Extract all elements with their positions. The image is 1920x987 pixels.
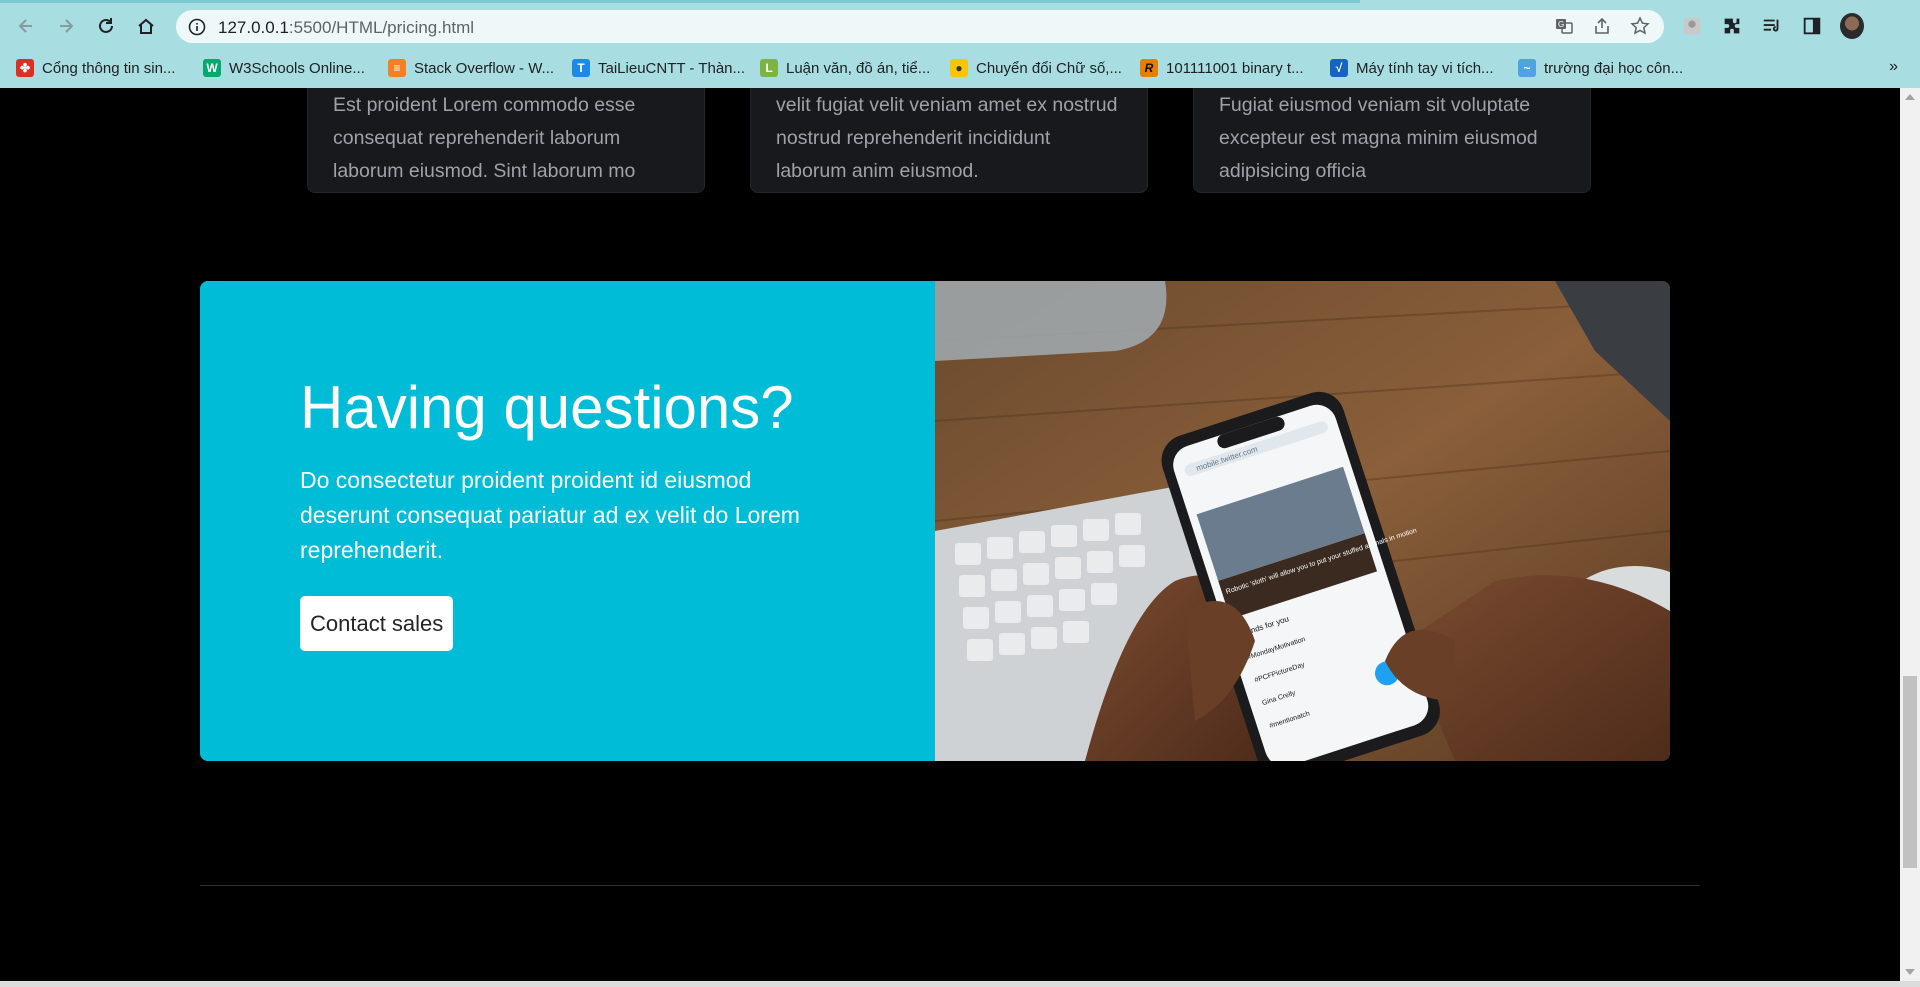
feature-card-text: Est proident Lorem commodo esse consequa… xyxy=(333,94,636,182)
bookmark-favicon-icon: W xyxy=(203,59,221,77)
bookmark-label: trường đại học côn... xyxy=(1544,59,1684,77)
cta-lead: Do consectetur proident proident id eius… xyxy=(300,467,800,563)
window-bottom-edge xyxy=(0,981,1920,987)
avatar[interactable] xyxy=(1840,13,1864,39)
side-panel-icon[interactable] xyxy=(1800,14,1824,38)
bookmark-item[interactable]: W W3Schools Online... xyxy=(203,56,365,80)
url-host: 127.0.0.1 xyxy=(218,18,289,37)
bookmark-label: TaiLieuCNTT - Thàn... xyxy=(598,59,746,77)
contact-sales-button[interactable]: Contact sales xyxy=(300,596,454,651)
feature-card: velit fugiat velit veniam amet ex nostru… xyxy=(750,88,1148,193)
forward-icon[interactable] xyxy=(52,12,80,40)
feature-card-text: Fugiat eiusmod veniam sit voluptate exce… xyxy=(1219,94,1538,182)
browser-toolbar: 127.0.0.1:5500/HTML/pricing.html G xyxy=(0,4,1920,48)
bookmark-item[interactable]: ≡ Stack Overflow - W... xyxy=(388,56,554,80)
url-text[interactable]: 127.0.0.1:5500/HTML/pricing.html xyxy=(218,18,474,38)
browser-chrome: 127.0.0.1:5500/HTML/pricing.html G ✤ Cổn… xyxy=(0,0,1920,88)
bookmark-item[interactable]: L Luận văn, đồ án, tiể... xyxy=(760,56,930,80)
bookmark-favicon-icon: ≡ xyxy=(388,59,406,77)
feature-card-text: velit fugiat velit veniam amet ex nostru… xyxy=(776,94,1118,182)
bookmark-label: 101111001 binary t... xyxy=(1166,59,1304,77)
svg-text:G: G xyxy=(1558,20,1564,29)
reading-list-icon[interactable] xyxy=(1760,14,1784,38)
translate-icon[interactable]: G xyxy=(1554,16,1574,36)
share-icon[interactable] xyxy=(1592,16,1612,36)
phone-in-hands-photo: mobile.twitter.com Robotic 'sloth' will … xyxy=(935,281,1670,761)
page-viewport: Est proident Lorem commodo esse consequa… xyxy=(0,88,1900,981)
info-icon[interactable] xyxy=(188,18,206,36)
bookmark-label: Luận văn, đồ án, tiể... xyxy=(786,59,931,77)
bookmark-favicon-icon: R xyxy=(1140,59,1158,77)
extensions-icon[interactable] xyxy=(1720,14,1744,38)
home-icon[interactable] xyxy=(132,12,160,40)
bookmarks-bar: ✤ Cổng thông tin sin... W W3Schools Online… xyxy=(0,52,1920,84)
address-bar[interactable]: 127.0.0.1:5500/HTML/pricing.html G xyxy=(176,10,1664,43)
scrollbar-thumb[interactable] xyxy=(1903,676,1917,868)
scroll-down-icon[interactable] xyxy=(1905,969,1915,975)
contact-cta-section: Having questions? Do consectetur proiden… xyxy=(200,281,1670,761)
bookmark-item[interactable]: ~ trường đại học côn... xyxy=(1518,56,1683,80)
bookmark-label: Cổng thông tin sin... xyxy=(42,59,176,77)
bookmark-favicon-icon: ~ xyxy=(1518,59,1536,77)
bookmarks-overflow-icon[interactable]: » xyxy=(1889,58,1898,76)
bookmark-item[interactable]: R 101111001 binary t... xyxy=(1140,56,1304,80)
page-scrollbar[interactable] xyxy=(1900,88,1920,981)
feature-card: Fugiat eiusmod veniam sit voluptate exce… xyxy=(1193,88,1591,193)
bookmark-item[interactable]: ✤ Cổng thông tin sin... xyxy=(16,56,175,80)
bookmark-item[interactable]: T TaiLieuCNTT - Thàn... xyxy=(572,56,745,80)
bookmark-favicon-icon: T xyxy=(572,59,590,77)
bookmark-label: Stack Overflow - W... xyxy=(414,59,555,77)
cta-title: Having questions? xyxy=(300,374,794,441)
bookmark-favicon-icon: ● xyxy=(950,59,968,77)
feature-card: Est proident Lorem commodo esse consequa… xyxy=(307,88,705,193)
back-icon[interactable] xyxy=(12,12,40,40)
footer-divider xyxy=(200,885,1700,886)
bookmark-favicon-icon: ✤ xyxy=(16,59,34,77)
cta-text-panel: Having questions? Do consectetur proiden… xyxy=(200,281,935,761)
bookmark-label: Chuyển đổi Chữ số,... xyxy=(976,59,1122,77)
reload-icon[interactable] xyxy=(92,12,120,40)
bookmark-label: Máy tính tay vi tích... xyxy=(1356,59,1494,77)
url-path: :5500/HTML/pricing.html xyxy=(288,18,475,37)
profile-extension-icon[interactable] xyxy=(1680,14,1704,38)
bookmark-label: W3Schools Online... xyxy=(229,59,365,77)
star-icon[interactable] xyxy=(1630,16,1650,36)
bookmark-item[interactable]: ● Chuyển đổi Chữ số,... xyxy=(950,56,1122,80)
bookmark-item[interactable]: √ Máy tính tay vi tích... xyxy=(1330,56,1494,80)
loading-bar xyxy=(0,0,1360,3)
bookmark-favicon-icon: L xyxy=(760,59,778,77)
bookmark-favicon-icon: √ xyxy=(1330,59,1348,77)
scroll-up-icon[interactable] xyxy=(1905,94,1915,100)
